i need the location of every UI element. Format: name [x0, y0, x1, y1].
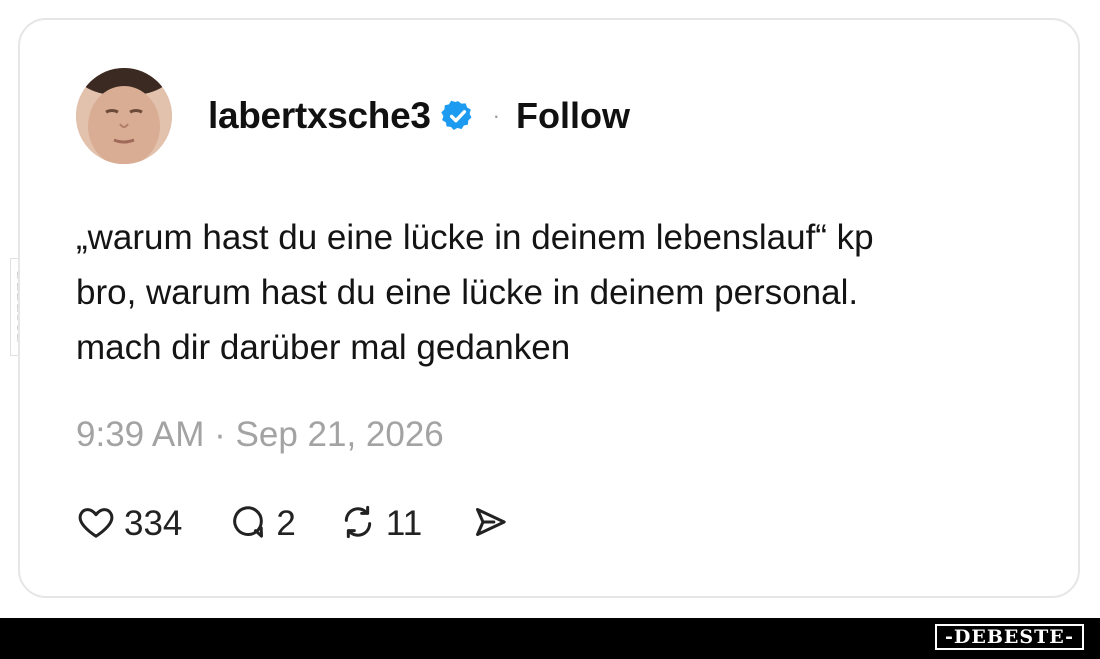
- post-text-line: bro, warum hast du eine lücke in deinem …: [76, 273, 859, 312]
- reply-button[interactable]: 2: [228, 502, 296, 547]
- like-button[interactable]: 334: [76, 502, 182, 547]
- share-button[interactable]: [470, 502, 510, 547]
- post-card: labertxsche3 · Follow „warum hast du ein…: [18, 18, 1080, 598]
- share-icon: [470, 502, 510, 547]
- repost-icon: [338, 502, 378, 547]
- bottom-bar: -DEBESTE-: [0, 618, 1100, 659]
- action-bar: 334 2 11: [76, 502, 510, 546]
- post-timestamp[interactable]: 9:39 AM · Sep 21, 2026: [76, 415, 444, 455]
- avatar[interactable]: [76, 68, 172, 164]
- like-count: 334: [124, 504, 183, 543]
- post-header: labertxsche3 · Follow: [76, 68, 630, 164]
- repost-button[interactable]: 11: [338, 502, 422, 547]
- post-text: „warum hast du eine lücke in deinem lebe…: [76, 210, 1036, 375]
- post-text-line: „warum hast du eine lücke in deinem lebe…: [76, 218, 874, 257]
- post-text-line: mach dir darüber mal gedanken: [76, 328, 571, 367]
- verified-badge-icon: [440, 99, 475, 133]
- heart-icon: [76, 502, 116, 547]
- repost-count: 11: [385, 504, 423, 543]
- reply-count: 2: [276, 504, 296, 543]
- separator-dot: ·: [492, 103, 500, 128]
- username[interactable]: labertxsche3: [208, 95, 431, 137]
- watermark-bottom: -DEBESTE-: [935, 624, 1084, 650]
- reply-icon: [228, 502, 268, 547]
- follow-button[interactable]: Follow: [516, 95, 630, 137]
